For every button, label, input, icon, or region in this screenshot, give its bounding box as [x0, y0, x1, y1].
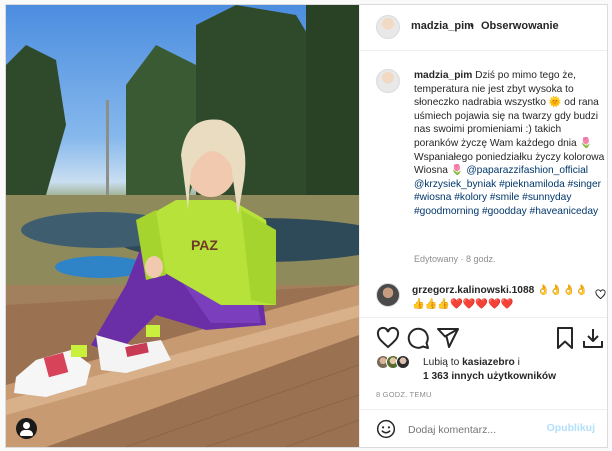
author-username[interactable]: madzia_pim [411, 20, 474, 32]
post-side-panel: madzia_pim • Obserwowanie madzia_pim Dzi… [359, 5, 607, 447]
publish-button[interactable]: Opublikuj [547, 422, 595, 434]
likes-connector: i [517, 357, 520, 368]
likes-summary: Lubią to kasiazebro i 1 363 innych użytk… [376, 355, 602, 385]
post-header: madzia_pim • Obserwowanie [360, 5, 607, 51]
post-timestamp[interactable]: 8 GODZ. TEMU [376, 390, 432, 399]
likes-others[interactable]: 1 363 innych użytkowników [423, 371, 556, 382]
likes-line-1: Lubią to kasiazebro i [423, 357, 520, 368]
caption-avatar[interactable] [376, 69, 400, 93]
svg-text:PAZ: PAZ [191, 237, 218, 253]
comment-input[interactable] [408, 422, 548, 438]
caption-text: Dziś po mimo tego że, temperatura nie je… [414, 70, 605, 177]
likes-prefix: Lubią to [423, 357, 460, 368]
action-bar [360, 317, 607, 357]
download-icon[interactable] [581, 326, 605, 350]
add-comment-bar: Opublikuj [360, 409, 607, 447]
caption-body: madzia_pim Dziś po mimo tego że, tempera… [414, 69, 607, 219]
comment-icon[interactable] [406, 326, 430, 350]
bookmark-icon[interactable] [553, 326, 577, 350]
comment-item: grzegorz.kalinowski.1088 👌👌👌👌👍👍👍❤️❤️❤️❤️… [376, 283, 606, 313]
comment-like-heart-icon[interactable] [595, 289, 606, 300]
liker-avatar[interactable] [396, 355, 410, 369]
post-photo[interactable]: PAZ [6, 5, 359, 447]
user-tag-icon[interactable] [16, 418, 37, 439]
comment-body: grzegorz.kalinowski.1088 👌👌👌👌👍👍👍❤️❤️❤️❤️… [412, 284, 588, 312]
comment-username[interactable]: grzegorz.kalinowski.1088 [412, 285, 534, 296]
photo-illustration: PAZ [6, 5, 359, 447]
share-icon[interactable] [436, 326, 460, 350]
commenter-avatar[interactable] [376, 283, 400, 307]
header-separator: • [470, 20, 474, 32]
heart-icon[interactable] [376, 326, 400, 350]
likes-first-user[interactable]: kasiazebro [462, 357, 515, 368]
follow-button[interactable]: Obserwowanie [481, 20, 559, 32]
post-container: PAZ madzia_pim • Obserwowanie madzia_pim… [5, 4, 608, 448]
author-avatar[interactable] [376, 15, 400, 39]
caption-username[interactable]: madzia_pim [414, 70, 472, 81]
emoji-icon[interactable] [376, 419, 396, 439]
caption-meta: Edytowany · 8 godz. [414, 254, 496, 264]
